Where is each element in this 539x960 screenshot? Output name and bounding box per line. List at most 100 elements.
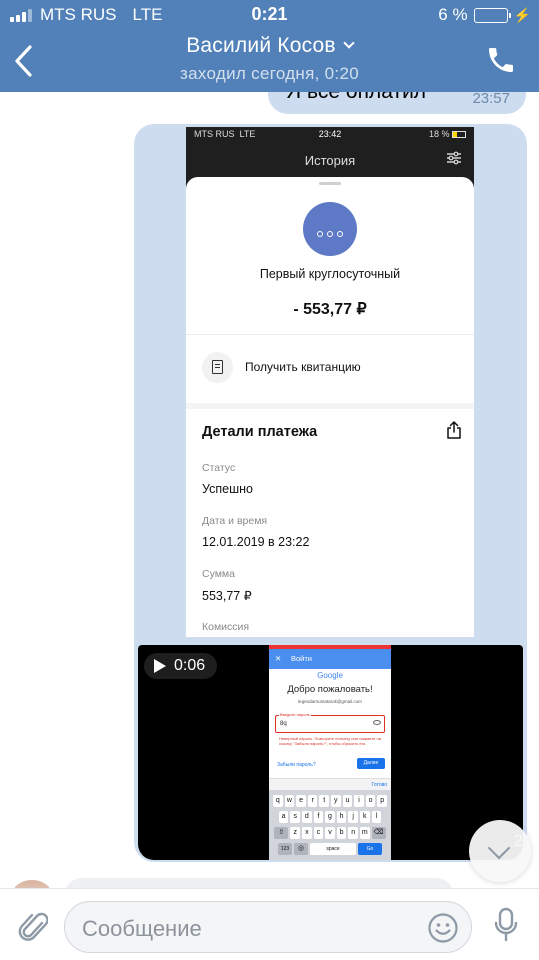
divider: [186, 403, 474, 409]
thumbnail-welcome: Добро пожаловать!: [287, 684, 373, 695]
keyboard-row-4: 123 ◎ space Go: [269, 843, 391, 855]
chat-header: MTS RUS LTE 0:21 6 % ⚡ Василий Косов зах…: [0, 0, 539, 92]
keyboard: qwertyuiop asdfghjkl ⇧ z x c v b n m ⌫ 123 ◎ space…: [269, 790, 391, 860]
thumbnail-field-label: Введите пароль: [279, 712, 311, 717]
field-label-datetime: Дата и время: [202, 515, 268, 527]
battery-icon: [452, 131, 466, 139]
key: l: [371, 811, 382, 823]
key: i: [354, 795, 364, 807]
chat-last-seen: заходил сегодня, 0:20: [180, 64, 359, 83]
thumbnail-next-button: Далее: [357, 758, 385, 769]
thumbnail-forgot-link: Забыли пароль?: [277, 762, 316, 768]
key: a: [278, 811, 289, 823]
attachment-bubble-outgoing[interactable]: MTS RUS LTE 23:42 18 % История Первый кр…: [134, 124, 527, 862]
key: o: [365, 795, 376, 807]
emoji-icon[interactable]: [427, 912, 459, 944]
key: g: [325, 811, 335, 823]
receipt-icon: [202, 352, 233, 383]
key: c: [313, 827, 324, 839]
key: q: [273, 795, 283, 807]
thumbnail-title: Войти: [291, 654, 312, 663]
video-thumbnail: ✕ Войти Google Добро пожаловать! legenda…: [269, 645, 391, 860]
merchant-name: Первый круглосуточный: [259, 267, 401, 281]
globe-icon: ◎: [294, 843, 308, 855]
battery-percent: 6 %: [438, 5, 468, 24]
field-label-sum: Сумма: [202, 568, 235, 580]
chevron-down-icon: [487, 836, 511, 860]
key: m: [359, 827, 370, 839]
paperclip-icon[interactable]: [18, 907, 48, 943]
google-logo: Google: [317, 671, 343, 680]
message-time: 23:57: [472, 90, 510, 107]
go-key: Go: [358, 843, 382, 855]
video-duration: 0:06: [174, 657, 206, 674]
receipt-label: Получить квитанцию: [245, 360, 361, 374]
thumbnail-password-field: Введите пароль 8q: [275, 712, 385, 733]
key: f: [313, 811, 324, 823]
screenshot-nav-title: История: [304, 153, 356, 168]
keyboard-row-3: ⇧ z x c v b n m ⌫: [269, 827, 391, 839]
backspace-key: ⌫: [371, 827, 386, 839]
key: p: [377, 795, 387, 807]
field-label-status: Статус: [202, 462, 236, 474]
play-icon: [154, 659, 166, 673]
details-title: Детали платежа: [202, 424, 318, 440]
key: u: [342, 795, 353, 807]
filter-icon: [447, 151, 461, 165]
status-bar: MTS RUS LTE 0:21 6 % ⚡: [0, 0, 539, 30]
key: b: [336, 827, 347, 839]
key: h: [336, 811, 347, 823]
keyboard-done: Готово: [371, 782, 387, 788]
sheet-grab-handle: [319, 182, 341, 185]
video-duration-badge: 0:06: [144, 653, 218, 679]
key: v: [325, 827, 335, 839]
scroll-down-button[interactable]: [469, 820, 531, 882]
thumbnail-error: Неверный пароль. Повторите попытку или н…: [279, 736, 381, 746]
key: t: [319, 795, 329, 807]
key: k: [359, 811, 370, 823]
battery-icon: [473, 7, 511, 23]
key: y: [331, 795, 341, 807]
message-composer: Сообщение: [0, 888, 539, 960]
payment-card: Первый круглосуточный - 553,77 ₽ Получит…: [186, 177, 474, 637]
thumbnail-email: legendarnumatarok@gmail.com: [298, 699, 362, 704]
more-dots-icon: [303, 224, 357, 242]
field-value-sum: 553,77 ₽: [202, 589, 252, 603]
video-attachment[interactable]: 0:06 ✕ Войти Google Добро пожаловать! le…: [138, 645, 523, 860]
chevron-down-icon: [343, 37, 355, 49]
payment-amount: - 553,77 ₽: [293, 301, 367, 318]
key: z: [290, 827, 301, 839]
key: x: [302, 827, 312, 839]
eye-icon: [373, 720, 381, 725]
key: w: [284, 795, 295, 807]
chat-title-text: Василий Косов: [186, 34, 336, 57]
key: d: [302, 811, 312, 823]
phone-icon[interactable]: [485, 44, 517, 76]
microphone-icon[interactable]: [494, 907, 518, 943]
receipt-row: Получить квитанцию: [202, 352, 462, 384]
message-input[interactable]: Сообщение: [64, 901, 472, 953]
thumbnail-field-value: 8q: [280, 721, 287, 727]
space-key: space: [310, 843, 356, 855]
field-value-datetime: 12.01.2019 в 23:22: [202, 535, 310, 549]
keyboard-row-1: qwertyuiop: [269, 795, 391, 807]
chat-title-block[interactable]: Василий Косов заходил сегодня, 0:20: [0, 34, 539, 84]
chat-title[interactable]: Василий Косов: [0, 34, 539, 58]
keyboard-row-2: asdfghjkl: [269, 811, 391, 823]
shift-key: ⇧: [274, 827, 289, 839]
keyboard-toolbar: Готово: [269, 778, 391, 790]
numbers-key: 123: [278, 843, 292, 855]
share-icon: [447, 421, 461, 439]
charging-icon: ⚡: [513, 6, 531, 23]
attached-screenshot[interactable]: MTS RUS LTE 23:42 18 % История Первый кр…: [186, 127, 474, 637]
divider: [186, 334, 474, 335]
key: r: [307, 795, 318, 807]
field-value-status: Успешно: [202, 482, 253, 496]
status-right: 6 % ⚡: [438, 5, 531, 25]
thumbnail-topbar: ✕ Войти: [269, 649, 391, 669]
field-label-fee: Комиссия: [202, 621, 250, 633]
message-input-placeholder: Сообщение: [82, 916, 202, 941]
merchant-avatar: [303, 202, 357, 256]
screenshot-battery-percent: 18 %: [428, 129, 450, 139]
key: s: [290, 811, 301, 823]
